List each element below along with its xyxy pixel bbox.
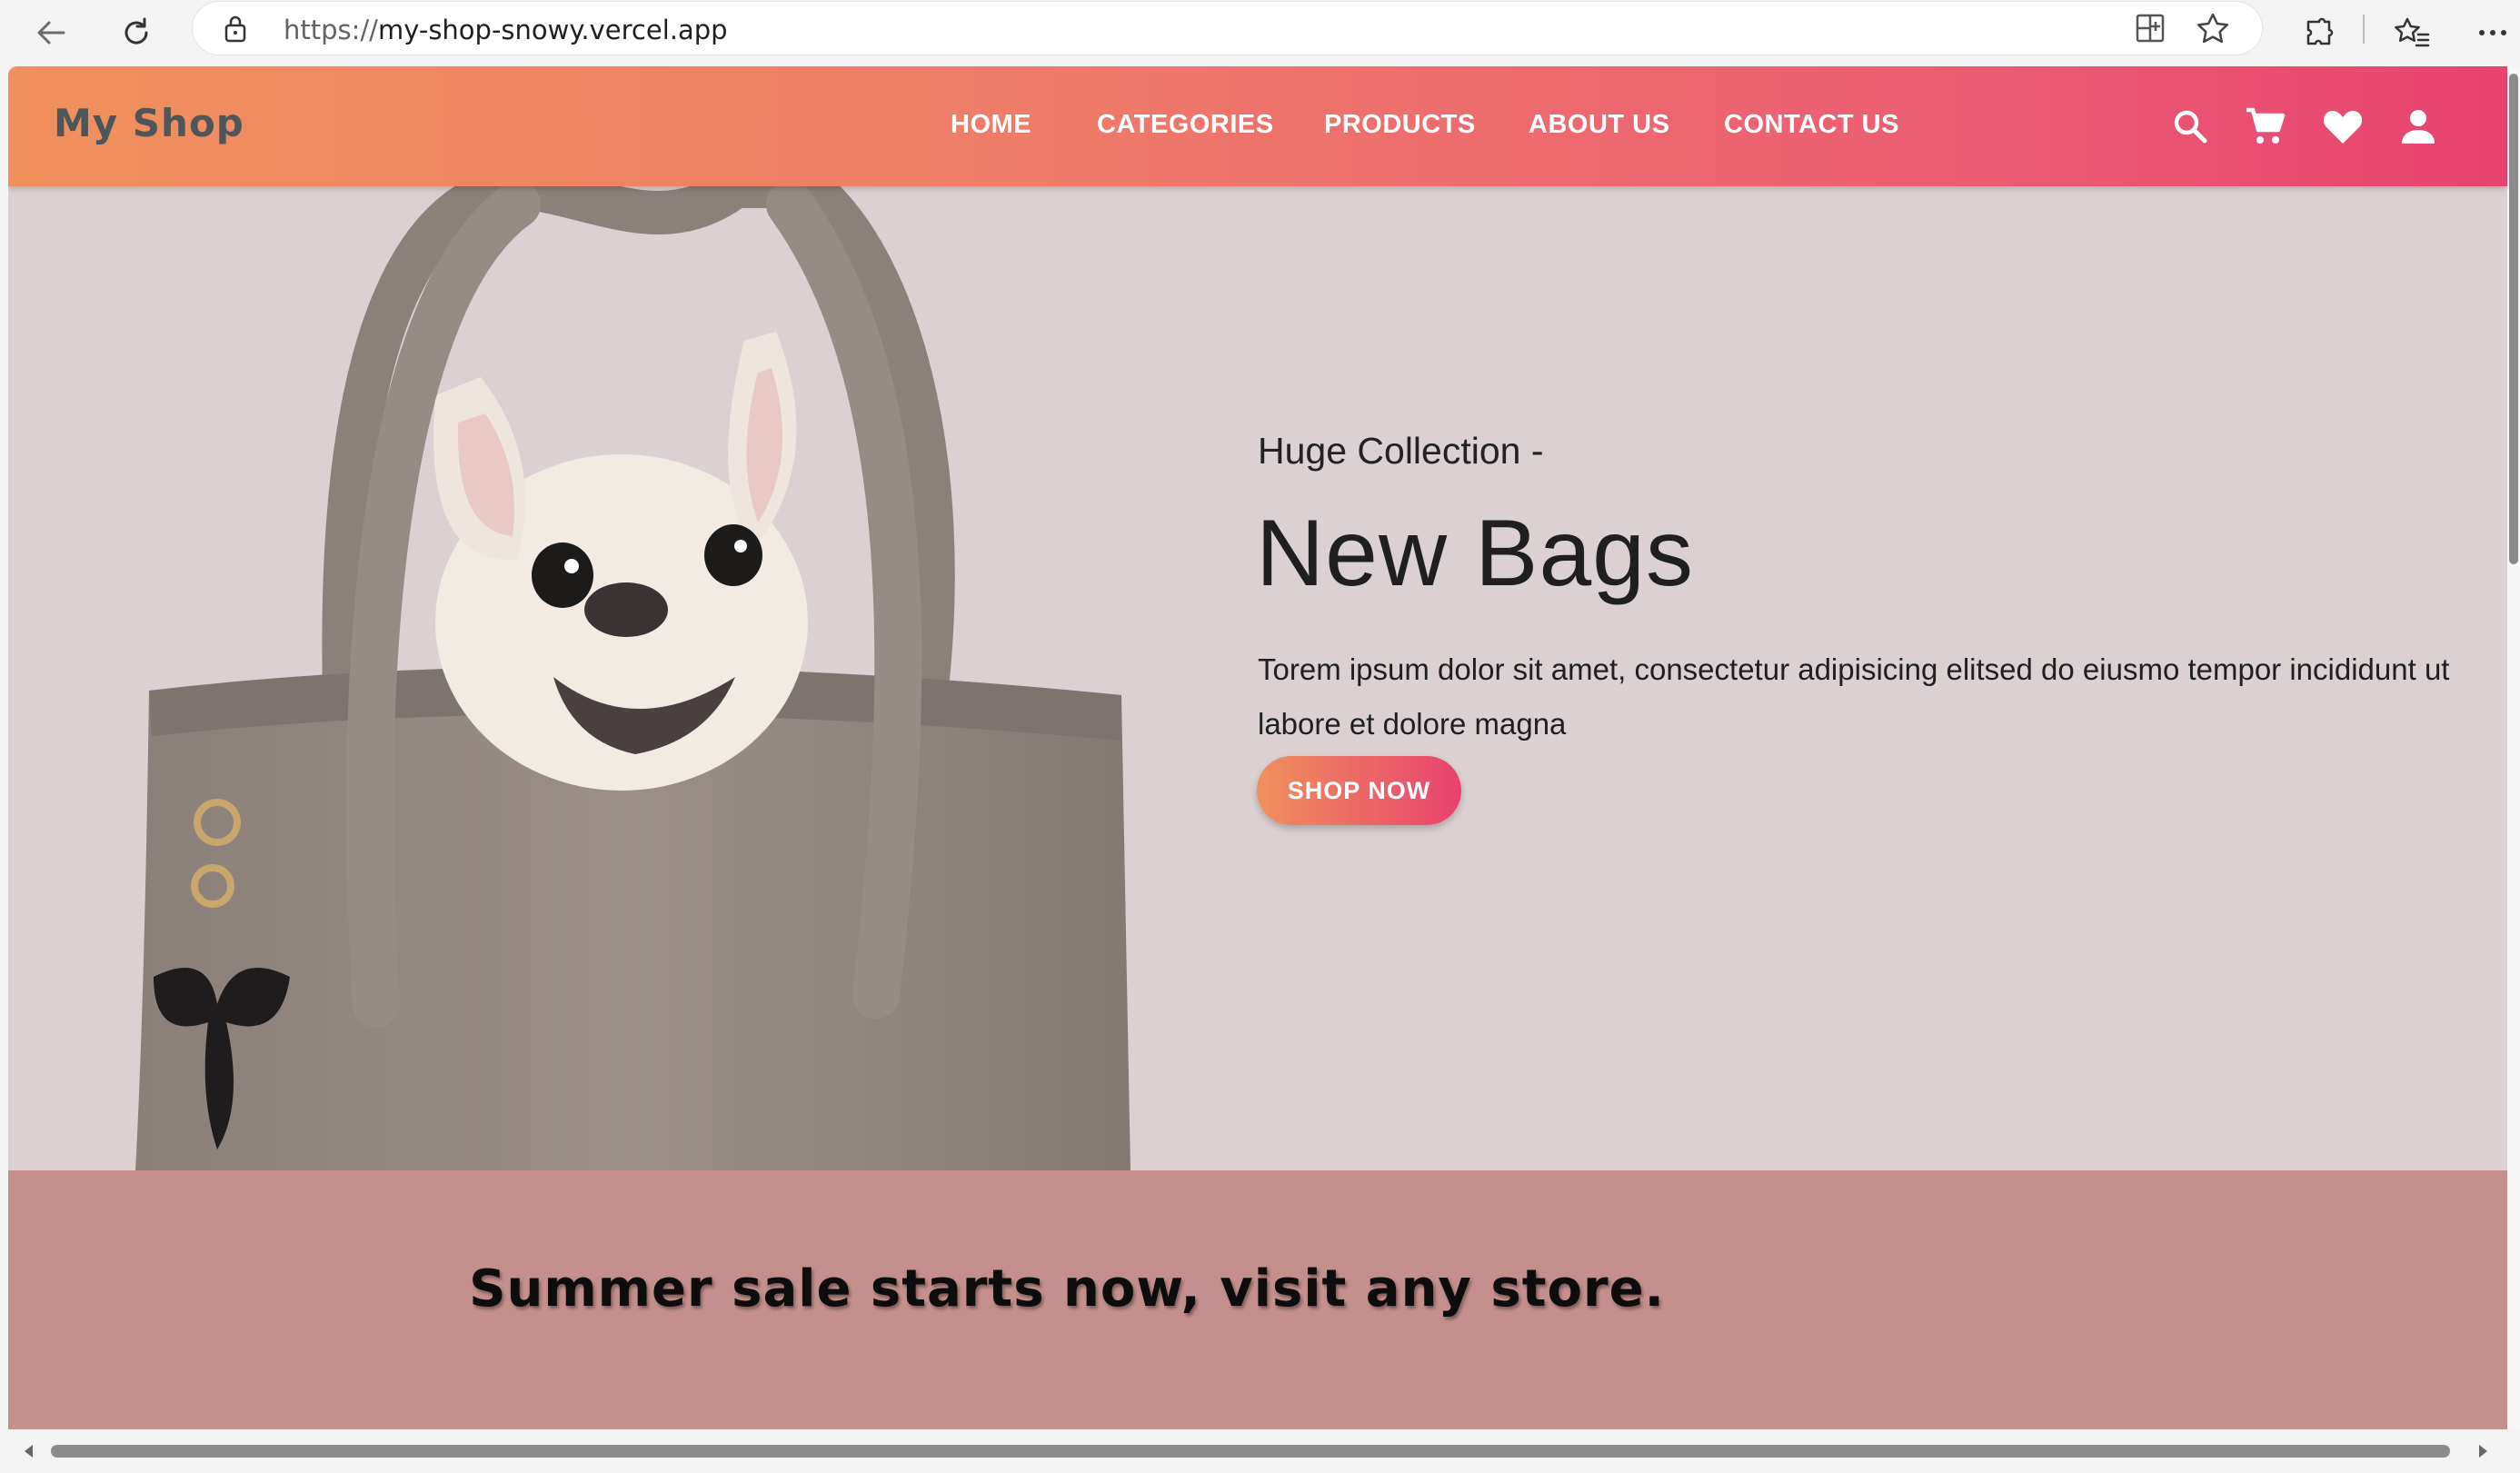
- split-screen-icon[interactable]: [2133, 11, 2167, 50]
- refresh-icon[interactable]: [111, 7, 162, 58]
- horizontal-scrollbar-thumb[interactable]: [51, 1445, 2450, 1458]
- hero-image-dog-in-bag: [135, 186, 1131, 1170]
- star-icon[interactable]: [2195, 11, 2231, 52]
- page-viewport: My Shop HOME CATEGORIES PRODUCTS ABOUT U…: [8, 66, 2507, 1429]
- more-icon[interactable]: [2470, 7, 2515, 58]
- hero-subtitle: Huge Collection -: [1258, 430, 1544, 472]
- site-logo[interactable]: My Shop: [54, 101, 244, 145]
- nav-link-products[interactable]: PRODUCTS: [1324, 110, 1476, 140]
- user-icon[interactable]: [2396, 105, 2440, 148]
- cart-icon[interactable]: [2244, 105, 2287, 148]
- sale-banner-text: Summer sale starts now, visit any store.: [469, 1259, 1665, 1319]
- url-text[interactable]: https://my-shop-snowy.vercel.app: [284, 15, 728, 45]
- nav-link-about-us[interactable]: ABOUT US: [1529, 110, 1669, 140]
- vertical-scrollbar-thumb[interactable]: [2509, 74, 2518, 564]
- lock-icon[interactable]: [222, 15, 249, 48]
- heart-icon[interactable]: [2321, 105, 2365, 148]
- nav-link-categories[interactable]: CATEGORIES: [1097, 110, 1274, 140]
- url-host: my-shop-snowy.vercel.app: [377, 15, 728, 45]
- toolbar-divider: [2363, 15, 2365, 44]
- url-protocol: https://: [284, 15, 378, 45]
- extensions-icon[interactable]: [2294, 7, 2345, 58]
- hero-section: Huge Collection - New Bags Torem ipsum d…: [8, 186, 2507, 1170]
- hero-title: New Bags: [1256, 501, 1694, 606]
- site-navbar: My Shop HOME CATEGORIES PRODUCTS ABOUT U…: [8, 66, 2507, 186]
- scroll-right-icon[interactable]: [2473, 1441, 2493, 1461]
- scroll-left-icon[interactable]: [19, 1441, 39, 1461]
- horizontal-scrollbar[interactable]: [8, 1429, 2507, 1473]
- nav-link-home[interactable]: HOME: [951, 110, 1031, 140]
- nav-link-contact-us[interactable]: CONTACT US: [1724, 110, 1899, 140]
- sale-banner: Summer sale starts now, visit any store.: [8, 1170, 2507, 1429]
- back-arrow-icon[interactable]: [25, 7, 76, 58]
- vertical-scrollbar[interactable]: [2507, 66, 2520, 1429]
- shop-now-button[interactable]: SHOP NOW: [1257, 756, 1461, 825]
- browser-toolbar: https://my-shop-snowy.vercel.app: [0, 0, 2520, 66]
- search-icon[interactable]: [2168, 105, 2212, 148]
- hero-description: Torem ipsum dolor sit amet, consectetur …: [1258, 652, 2450, 741]
- favorites-icon[interactable]: [2386, 7, 2437, 58]
- address-bar[interactable]: https://my-shop-snowy.vercel.app: [193, 2, 2262, 55]
